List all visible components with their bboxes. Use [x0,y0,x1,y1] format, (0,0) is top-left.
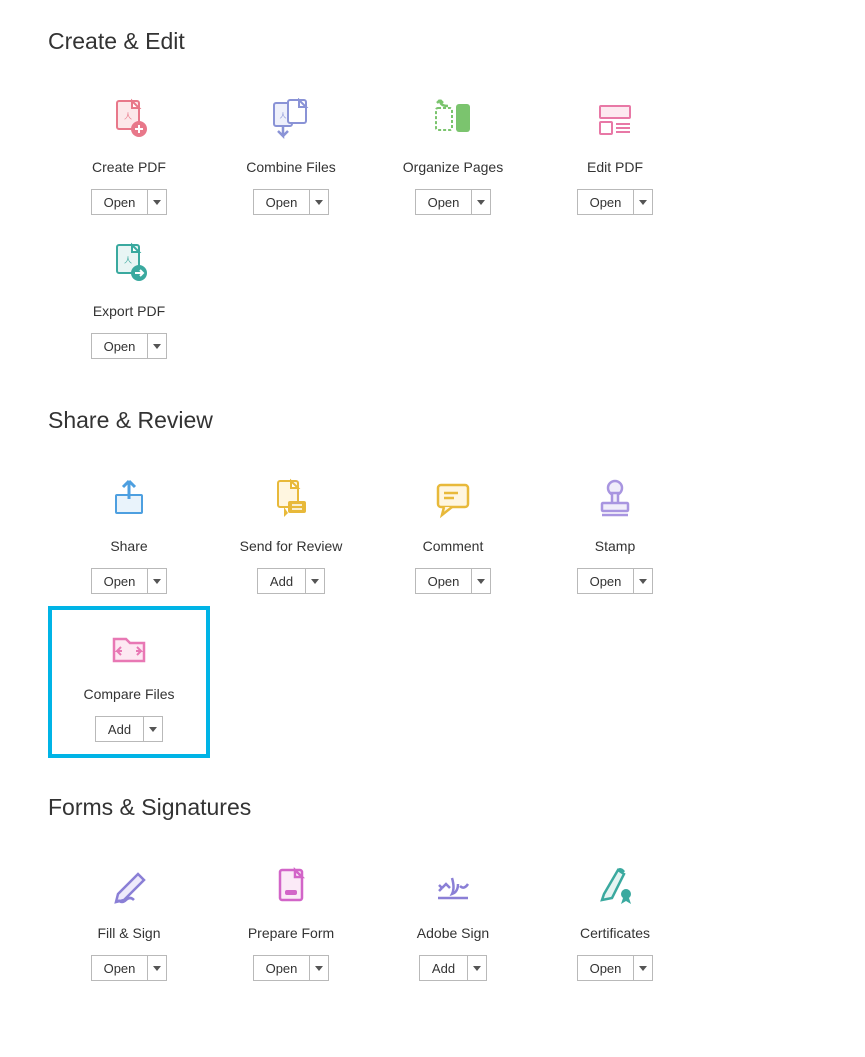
add-button[interactable]: Add [95,716,163,742]
tool-share[interactable]: Share Open [48,462,210,606]
open-button[interactable]: Open [577,189,654,215]
tool-combine-files[interactable]: 人 Combine Files Open [210,83,372,227]
button-main[interactable]: Open [92,956,149,980]
open-button[interactable]: Open [91,955,168,981]
tool-create-pdf[interactable]: 人 Create PDF Open [48,83,210,227]
chevron-down-icon[interactable] [310,956,328,980]
chevron-down-icon[interactable] [306,569,324,593]
tool-organize-pages[interactable]: Organize Pages Open [372,83,534,227]
certificates-icon [590,857,640,915]
chevron-down-icon[interactable] [634,956,652,980]
tool-label: Organize Pages [403,159,503,175]
tool-stamp[interactable]: Stamp Open [534,462,696,606]
open-button[interactable]: Open [91,568,168,594]
open-button[interactable]: Open [91,189,168,215]
button-main[interactable]: Add [96,717,144,741]
stamp-icon [590,470,640,528]
add-button[interactable]: Add [257,568,325,594]
organize-pages-icon [428,91,478,149]
section-title: Share & Review [48,407,817,434]
button-main[interactable]: Open [416,190,473,214]
tool-adobe-sign[interactable]: Adobe Sign Add [372,849,534,993]
adobe-sign-icon [428,857,478,915]
tool-fill-sign[interactable]: Fill & Sign Open [48,849,210,993]
tool-send-for-review[interactable]: Send for Review Add [210,462,372,606]
tool-label: Stamp [595,538,635,554]
button-main[interactable]: Open [578,956,635,980]
tool-label: Export PDF [93,303,165,319]
prepare-form-icon [266,857,316,915]
tool-label: Combine Files [246,159,335,175]
create-pdf-icon: 人 [104,91,154,149]
button-main[interactable]: Open [92,569,149,593]
svg-text:人: 人 [280,112,287,120]
button-main[interactable]: Open [92,334,149,358]
chevron-down-icon[interactable] [468,956,486,980]
tool-label: Adobe Sign [417,925,489,941]
tool-label: Comment [423,538,484,554]
chevron-down-icon[interactable] [634,569,652,593]
compare-files-icon [104,618,154,676]
share-icon [104,470,154,528]
button-main[interactable]: Open [578,190,635,214]
svg-text:人: 人 [124,256,132,265]
chevron-down-icon[interactable] [148,956,166,980]
tool-label: Fill & Sign [97,925,160,941]
chevron-down-icon[interactable] [148,334,166,358]
button-main[interactable]: Open [92,190,149,214]
tool-comment[interactable]: Comment Open [372,462,534,606]
export-pdf-icon: 人 [104,235,154,293]
tools-row: Fill & Sign Open Prepare Form Open Adobe… [48,849,817,993]
tool-label: Compare Files [83,686,174,702]
button-main[interactable]: Open [254,956,311,980]
tool-export-pdf[interactable]: 人 Export PDF Open [48,227,210,371]
tool-label: Prepare Form [248,925,334,941]
open-button[interactable]: Open [415,568,492,594]
tool-certificates[interactable]: Certificates Open [534,849,696,993]
fill-sign-icon [104,857,154,915]
button-main[interactable]: Add [258,569,306,593]
add-button[interactable]: Add [419,955,487,981]
open-button[interactable]: Open [253,955,330,981]
chevron-down-icon[interactable] [472,569,490,593]
button-main[interactable]: Open [416,569,473,593]
button-main[interactable]: Open [578,569,635,593]
button-main[interactable]: Open [254,190,311,214]
tool-edit-pdf[interactable]: Edit PDF Open [534,83,696,227]
section-share-review: Share & Review Share Open Send for Revie… [48,407,817,758]
button-main[interactable]: Add [420,956,468,980]
tool-label: Create PDF [92,159,166,175]
tool-prepare-form[interactable]: Prepare Form Open [210,849,372,993]
chevron-down-icon[interactable] [472,190,490,214]
chevron-down-icon[interactable] [634,190,652,214]
tool-label: Send for Review [240,538,343,554]
combine-files-icon: 人 [266,91,316,149]
chevron-down-icon[interactable] [148,190,166,214]
open-button[interactable]: Open [415,189,492,215]
section-forms-signatures: Forms & Signatures Fill & Sign Open Prep… [48,794,817,993]
tool-label: Edit PDF [587,159,643,175]
svg-text:人: 人 [124,112,132,121]
send-review-icon [266,470,316,528]
tools-row: Share Open Send for Review Add Comment O… [48,462,817,758]
chevron-down-icon[interactable] [144,717,162,741]
open-button[interactable]: Open [91,333,168,359]
chevron-down-icon[interactable] [310,190,328,214]
section-title: Create & Edit [48,28,817,55]
chevron-down-icon[interactable] [148,569,166,593]
tool-label: Certificates [580,925,650,941]
section-title: Forms & Signatures [48,794,817,821]
section-create-edit: Create & Edit 人 Create PDF Open 人 Combin… [48,28,817,371]
comment-icon [428,470,478,528]
open-button[interactable]: Open [577,568,654,594]
tools-row: 人 Create PDF Open 人 Combine Files Open O… [48,83,817,371]
tool-compare-files[interactable]: Compare Files Add [48,606,210,758]
open-button[interactable]: Open [253,189,330,215]
open-button[interactable]: Open [577,955,654,981]
edit-pdf-icon [590,91,640,149]
tool-label: Share [110,538,147,554]
